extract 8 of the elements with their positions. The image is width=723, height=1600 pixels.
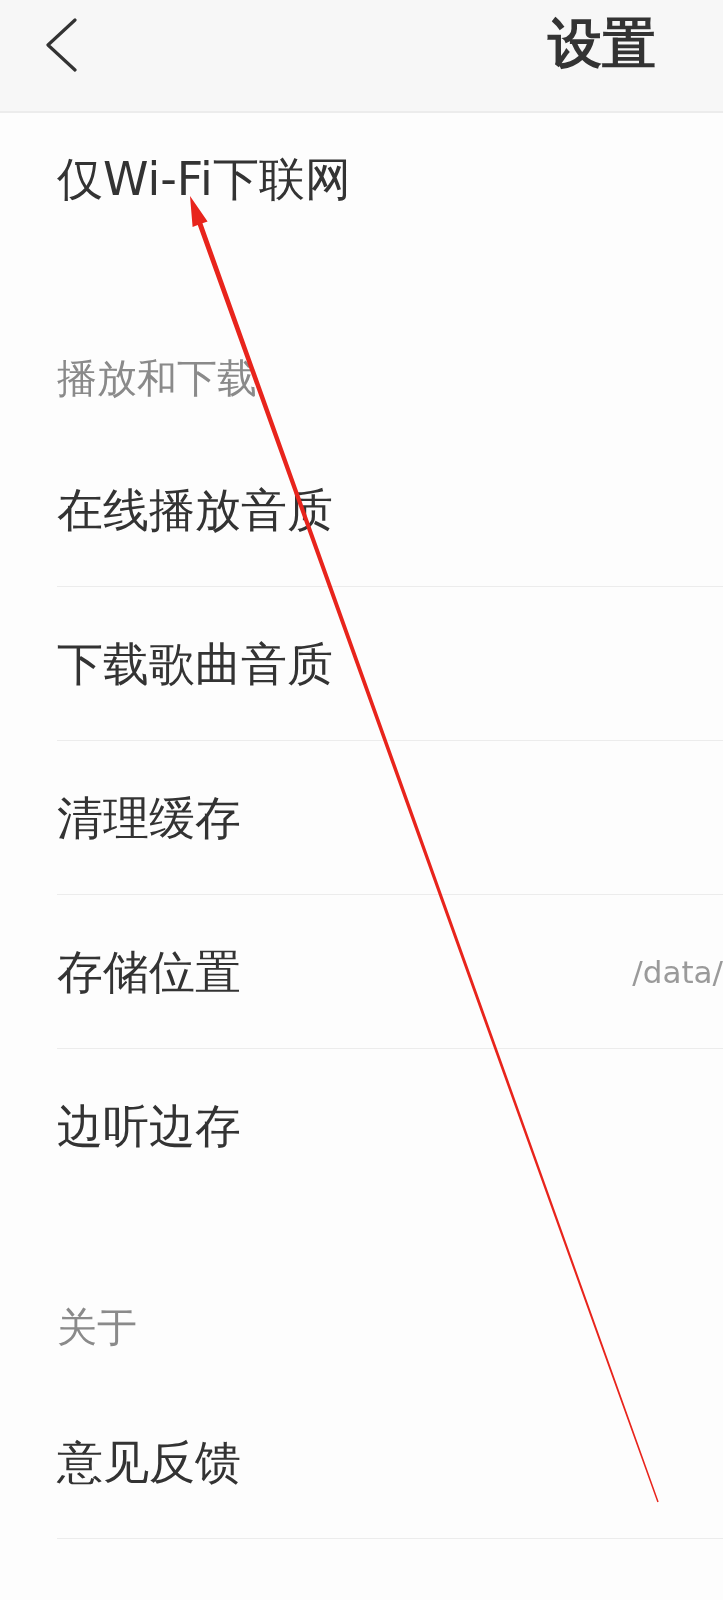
settings-item[interactable]: 仅Wi-Fi下联网 <box>57 113 723 248</box>
storage-path-value: /data/ <box>632 952 723 992</box>
page-title: 设置 <box>548 16 656 72</box>
section-header: 关于 <box>56 1303 138 1352</box>
back-icon <box>44 18 78 72</box>
settings-item[interactable]: 边听边存 <box>57 1049 723 1203</box>
back-button[interactable] <box>44 18 78 72</box>
section-header: 播放和下载 <box>56 354 258 403</box>
